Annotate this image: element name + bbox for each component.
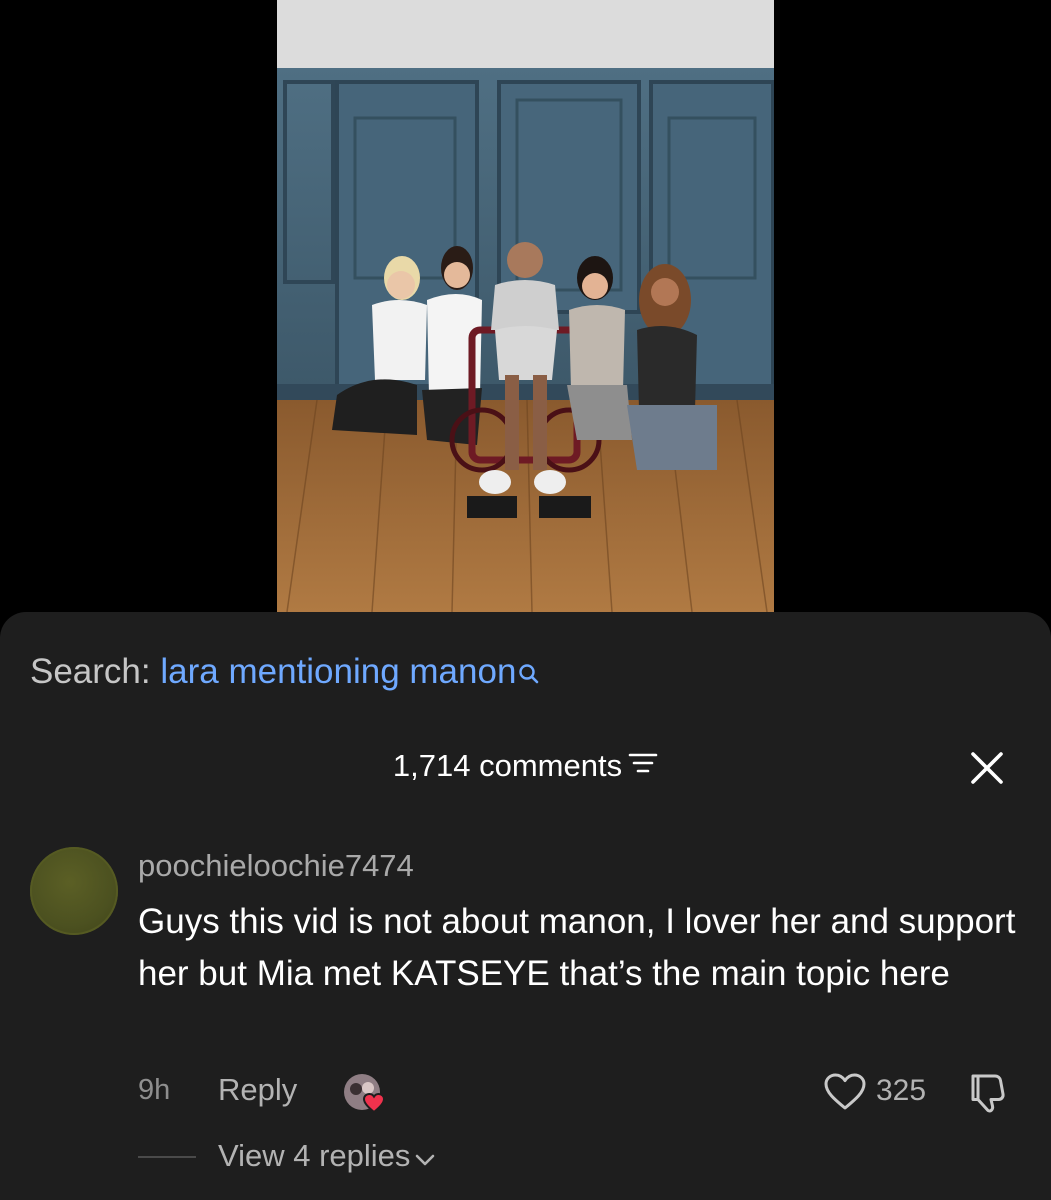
comments-count: 1,714 comments [392,747,623,783]
like-count: 325 [876,1074,927,1107]
view-replies-button[interactable]: View 4 replies [218,1138,436,1176]
filter-icon[interactable] [628,748,658,784]
dislike-button[interactable] [965,1070,1013,1116]
center-panel [497,80,641,314]
photo-illustration [277,0,774,612]
view-replies-label: View 4 replies [218,1138,411,1173]
comment-username[interactable]: poochieloochie7474 [138,848,414,884]
avatar[interactable] [30,847,118,935]
like-button[interactable] [822,1070,868,1114]
thumbs-down-icon [971,1074,1005,1113]
heart-icon [824,1073,866,1110]
ceiling [277,0,774,70]
search-prefix: Search: [30,652,151,691]
video-area[interactable] [0,0,1051,612]
comments-sheet: Search: lara mentioning manon 1,714 comm… [0,612,1051,1200]
close-button[interactable] [965,746,1009,790]
video-frame-photo[interactable] [277,0,774,612]
close-icon [971,752,1003,784]
comment-text: Guys this vid is not about manon, I love… [138,902,1016,993]
search-query-link[interactable]: lara mentioning manon [160,652,516,691]
replies-divider [138,1156,196,1158]
creator-liked-avatar [342,1072,390,1116]
reply-button[interactable]: Reply [218,1072,297,1108]
comment-time: 9h [138,1074,171,1106]
chevron-down-icon [414,1140,436,1176]
search-suggestion[interactable]: Search: lara mentioning manon [30,652,540,694]
search-icon[interactable] [518,654,540,694]
comments-header: 1,714 comments [0,746,1051,790]
